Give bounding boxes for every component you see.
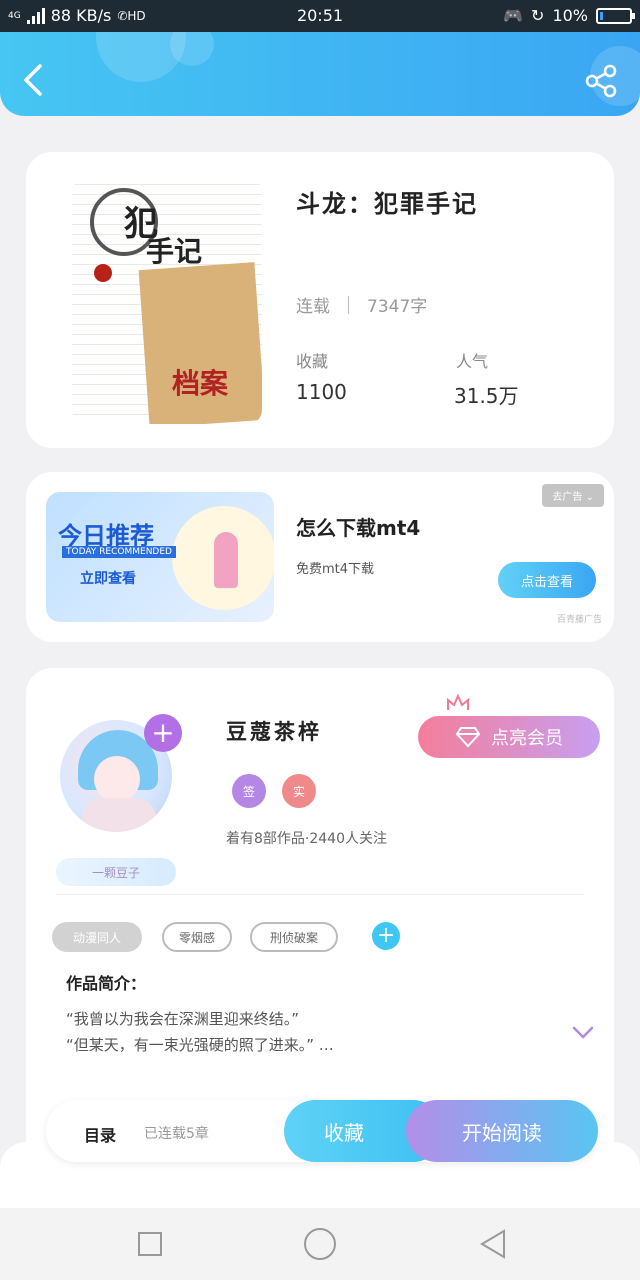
- bottom-action-bar: 目录 已连载5章 收藏 开始阅读: [46, 1100, 598, 1162]
- signed-tag: 签: [232, 774, 266, 808]
- genre-tag[interactable]: 动漫同人: [52, 922, 142, 952]
- recent-apps-button[interactable]: [138, 1232, 162, 1256]
- intro-line: “我曾以为我会在深渊里迎来终结。”: [66, 1010, 300, 1028]
- follow-author-button[interactable]: +: [144, 714, 182, 752]
- status-right: 🎮 ↻ 10%: [503, 6, 635, 25]
- collect-button-label: 收藏: [324, 1120, 364, 1145]
- divider: [348, 295, 349, 314]
- status-bar: 4G 88 KB/s ✆HD 20:51 🎮 ↻ 10%: [0, 0, 640, 32]
- genre-tag[interactable]: 刑侦破案: [250, 922, 338, 952]
- chapter-count: 已连载5章: [144, 1126, 209, 1142]
- remove-ad-button[interactable]: 去广告 ⌄: [542, 484, 604, 507]
- ad-image-subtitle: TODAY RECOMMENDED: [62, 546, 176, 558]
- diamond-icon: [455, 727, 481, 748]
- intro-line: “但某天，有一束光强硬的照了进来。” …: [66, 1036, 334, 1054]
- share-button[interactable]: [584, 64, 618, 98]
- avatar-face: [94, 756, 140, 802]
- battery-fill: [600, 11, 603, 20]
- ad-image-cta: 立即查看: [80, 571, 136, 587]
- battery-icon: [596, 7, 635, 24]
- header-bar: [0, 32, 640, 116]
- home-button[interactable]: [304, 1228, 336, 1260]
- serial-status: 连载: [296, 297, 330, 317]
- ad-image-figure: [214, 532, 238, 588]
- gamepad-icon: 🎮: [503, 6, 524, 25]
- ad-subtitle: 免费mt4下载: [296, 562, 375, 577]
- rotation-lock-icon: ↻: [531, 6, 545, 25]
- ad-view-button[interactable]: 点击查看: [498, 562, 596, 598]
- vip-button-label: 点亮会员: [491, 728, 563, 749]
- system-back-button[interactable]: [478, 1228, 508, 1260]
- crown-icon: [447, 694, 469, 710]
- author-name[interactable]: 豆蔻茶梓: [226, 716, 322, 746]
- start-reading-button[interactable]: 开始阅读: [406, 1100, 598, 1162]
- add-tag-button[interactable]: +: [372, 922, 400, 950]
- collect-label: 收藏: [296, 352, 329, 371]
- ad-source: 百青藤广告: [556, 615, 602, 625]
- divider: [56, 894, 584, 895]
- author-meta: 着有8部作品·2440人关注: [226, 831, 387, 847]
- intro-title: 作品简介：: [66, 974, 147, 993]
- book-cover[interactable]: 犯 手记 档案: [72, 178, 262, 424]
- remove-ad-label: 去广告: [552, 492, 583, 503]
- expand-chevron-icon[interactable]: [572, 1026, 594, 1040]
- collect-count: 1100: [296, 380, 347, 404]
- back-button[interactable]: [18, 62, 50, 98]
- ad-title: 怎么下载mt4: [296, 516, 421, 540]
- ad-image[interactable]: 今日推荐 TODAY RECOMMENDED 立即查看: [46, 492, 274, 622]
- ad-card[interactable]: 今日推荐 TODAY RECOMMENDED 立即查看 怎么下载mt4 免费mt…: [26, 472, 614, 642]
- verified-tag: 实: [282, 774, 316, 808]
- popularity-label: 人气: [456, 352, 489, 371]
- system-nav-bar: [0, 1208, 640, 1280]
- avatar-body: [82, 798, 156, 832]
- word-count: 7347字: [367, 297, 428, 317]
- book-title: 斗龙：犯罪手记: [296, 190, 478, 218]
- author-badge: 一颗豆子: [56, 858, 176, 886]
- toc-button[interactable]: 目录: [84, 1122, 116, 1146]
- popularity-value: 31.5万: [454, 384, 519, 408]
- battery-percent: 10%: [552, 6, 588, 25]
- chevron-down-icon: ⌄: [585, 492, 594, 503]
- book-info-card: 犯 手记 档案 斗龙：犯罪手记 连载 7347字 收藏 1100 人气 31.5…: [26, 152, 614, 448]
- vip-button[interactable]: 点亮会员: [418, 716, 600, 758]
- cover-title-bottom: 档案: [172, 367, 229, 400]
- book-status-row: 连载 7347字: [296, 292, 427, 317]
- cover-blood-drop: [94, 264, 112, 282]
- genre-tag[interactable]: 零烟感: [162, 922, 232, 952]
- cover-title-side: 手记: [146, 235, 203, 268]
